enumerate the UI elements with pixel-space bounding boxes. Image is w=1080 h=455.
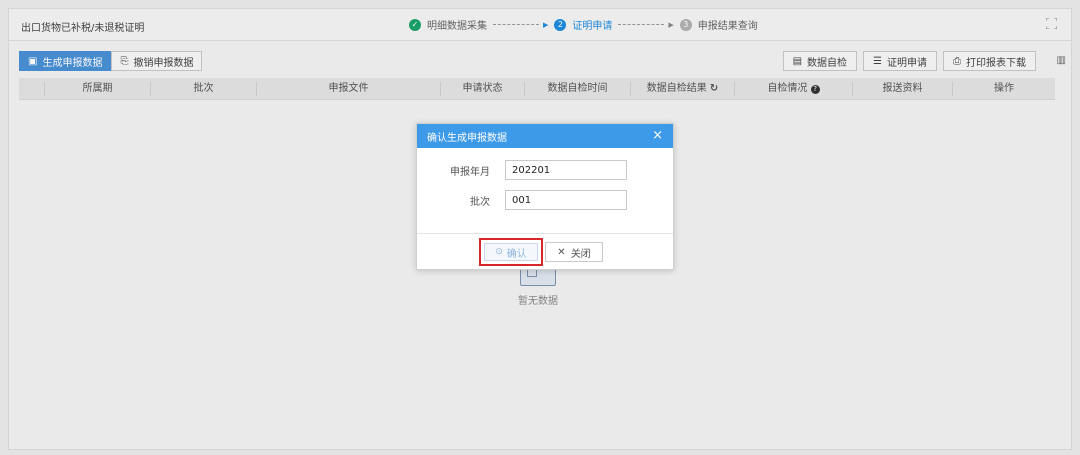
confirm-button[interactable]: ⊙ 确认 (484, 243, 538, 261)
close-label: 关闭 (570, 248, 591, 260)
period-row: 申报年月 (417, 160, 627, 180)
close-icon[interactable]: × (652, 128, 663, 143)
confirm-generate-dialog: 确认生成申报数据 × 申报年月 批次 ⊙ 确认 ✕ 关闭 (416, 123, 674, 270)
batch-input[interactable] (505, 190, 627, 210)
period-label: 申报年月 (450, 166, 490, 178)
dialog-body: 申报年月 批次 (417, 148, 673, 234)
confirm-highlight: ⊙ 确认 (479, 238, 543, 266)
dialog-footer: ⊙ 确认 ✕ 关闭 (417, 234, 673, 270)
dialog-header: 确认生成申报数据 × (417, 124, 673, 148)
confirm-label: 确认 (506, 248, 527, 260)
close-button[interactable]: ✕ 关闭 (545, 242, 603, 262)
period-input[interactable] (505, 160, 627, 180)
close-icon: ✕ (557, 246, 566, 258)
batch-label: 批次 (470, 196, 490, 208)
batch-row: 批次 (417, 190, 627, 210)
check-circle-icon: ⊙ (495, 247, 503, 257)
dialog-title: 确认生成申报数据 (427, 132, 507, 144)
